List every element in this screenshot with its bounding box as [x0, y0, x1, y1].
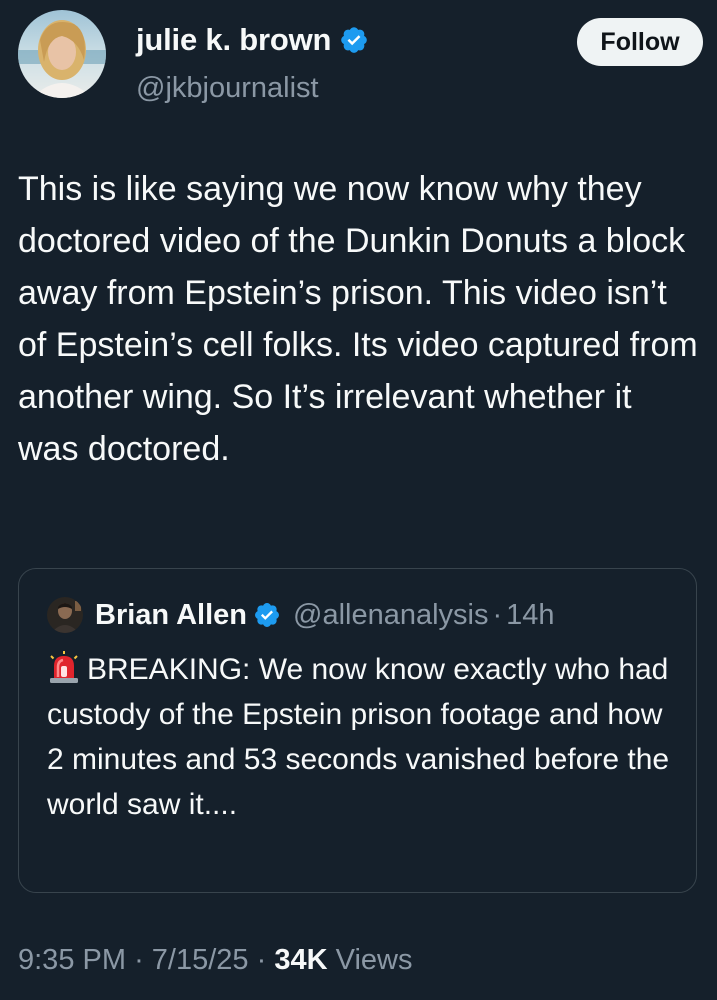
- author-name-row: julie k. brown: [136, 22, 369, 58]
- quoted-author-handle: @allenanalysis: [293, 598, 489, 631]
- quoted-tweet-card[interactable]: Brian Allen @allenanalysis · 14h BREAKIN…: [18, 568, 697, 893]
- quoted-author-avatar: [47, 597, 83, 633]
- author-display-name[interactable]: julie k. brown: [136, 22, 331, 58]
- tweet-date[interactable]: 7/15/25: [152, 944, 249, 976]
- author-avatar[interactable]: [18, 10, 106, 98]
- quoted-separator: ·: [492, 598, 503, 631]
- tweet-header: julie k. brown @jkbjournalist Follow: [18, 10, 703, 110]
- tweet-meta: 9:35 PM · 7/15/25 · 34K Views: [18, 944, 412, 977]
- tweet-time[interactable]: 9:35 PM: [18, 944, 126, 976]
- follow-button[interactable]: Follow: [577, 18, 703, 66]
- views-count: 34K: [274, 944, 328, 976]
- views-label: Views: [335, 944, 413, 976]
- author-handle[interactable]: @jkbjournalist: [136, 72, 319, 105]
- quoted-verified-badge-icon: [255, 603, 279, 627]
- meta-separator: ·: [256, 944, 267, 976]
- quoted-author-display-name: Brian Allen: [95, 598, 248, 631]
- verified-badge-icon: [341, 27, 368, 53]
- quoted-timestamp: 14h: [506, 598, 555, 631]
- police-siren-icon: [50, 651, 78, 683]
- quoted-tweet-header: Brian Allen @allenanalysis · 14h: [47, 597, 555, 633]
- quoted-tweet-text-block: BREAKING: We now know exactly who had cu…: [47, 647, 687, 827]
- quoted-tweet-text: BREAKING: We now know exactly who had cu…: [47, 653, 670, 821]
- meta-separator: ·: [134, 944, 144, 976]
- tweet-text: This is like saying we now know why they…: [18, 170, 698, 468]
